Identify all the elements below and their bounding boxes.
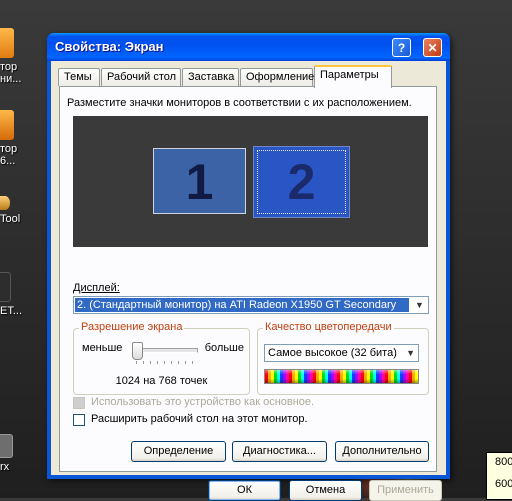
- color-quality-group-title: Качество цветопередачи: [263, 321, 394, 333]
- desktop-icon-label: ET...: [0, 305, 23, 317]
- app-icon: [0, 110, 14, 140]
- resolution-group-title: Разрешение экрана: [79, 321, 185, 333]
- desktop-icon-4[interactable]: ET...: [0, 272, 50, 317]
- desktop-icon-label: rx: [0, 461, 10, 473]
- tab-themes[interactable]: Темы: [58, 68, 100, 86]
- close-button[interactable]: ✕: [423, 38, 442, 57]
- tab-appearance[interactable]: Оформление: [240, 68, 314, 86]
- desktop-icon-1[interactable]: тор ни...: [0, 28, 50, 85]
- color-quality-group: Качество цветопередачи Самое высокое (32…: [257, 321, 429, 395]
- desktop-icon-label: тор 6...: [0, 143, 18, 167]
- chevron-down-icon[interactable]: ▼: [412, 298, 427, 312]
- desktop-icon-label: Tool: [0, 213, 21, 225]
- app-icon: [0, 272, 11, 302]
- desktop-icon-2[interactable]: тор 6...: [0, 110, 50, 167]
- slider-max-label: больше: [204, 342, 244, 354]
- color-quality-value: Самое высокое (32 бита): [268, 347, 397, 359]
- color-palette-preview: [264, 369, 419, 384]
- tab-desktop[interactable]: Рабочий стол: [101, 68, 181, 86]
- display-properties-window: Свойства: Экран ? ✕ Темы Рабочий стол За…: [47, 33, 450, 501]
- primary-device-label: Использовать это устройство как основное…: [91, 396, 315, 408]
- advanced-button[interactable]: Дополнительно: [335, 441, 429, 462]
- extend-desktop-label: Расширить рабочий стол на этот монитор.: [91, 413, 308, 425]
- identify-button[interactable]: Определение: [131, 441, 226, 462]
- extend-desktop-checkbox[interactable]: [73, 414, 85, 426]
- monitor-arrangement-area: 1 2: [73, 116, 428, 247]
- dialog-client: Темы Рабочий стол Заставка Оформление Па…: [51, 61, 446, 501]
- tooltip-line: 800: [495, 456, 512, 468]
- tab-screensaver[interactable]: Заставка: [182, 68, 239, 86]
- color-quality-dropdown[interactable]: Самое высокое (32 бита) ▼: [264, 344, 419, 362]
- display-label: Дисплей:: [73, 282, 120, 294]
- help-button[interactable]: ?: [392, 38, 411, 57]
- selection-focus: [257, 150, 346, 214]
- primary-device-checkbox[interactable]: [73, 397, 85, 409]
- chevron-down-icon[interactable]: ▼: [406, 348, 415, 358]
- resolution-tooltip: 800 600: [486, 452, 512, 500]
- app-icon: [0, 196, 10, 210]
- monitor-2-icon[interactable]: 2: [253, 146, 350, 218]
- app-icon: [0, 28, 14, 58]
- desktop-icon-3[interactable]: Tool: [0, 196, 50, 225]
- resolution-value: 1024 на 768 точек: [115, 375, 208, 387]
- desktop-icon-label: тор ни...: [0, 61, 22, 85]
- slider-ticks: [136, 361, 196, 364]
- app-icon: [0, 434, 13, 458]
- slider-min-label: меньше: [82, 342, 123, 354]
- title-bar[interactable]: Свойства: Экран ? ✕: [47, 33, 450, 61]
- display-dropdown[interactable]: 2. (Стандартный монитор) на ATI Radeon X…: [73, 296, 429, 314]
- troubleshoot-button[interactable]: Диагностика...: [232, 441, 327, 462]
- monitor-1-icon[interactable]: 1: [153, 148, 246, 214]
- tooltip-line: 600: [495, 478, 512, 490]
- tab-settings[interactable]: Параметры: [314, 65, 392, 88]
- resolution-group: Разрешение экрана меньше больше 1024 на …: [73, 321, 250, 395]
- instruction-text: Разместите значки мониторов в соответств…: [67, 97, 412, 109]
- resolution-slider-thumb[interactable]: [132, 342, 143, 360]
- window-title: Свойства: Экран: [55, 39, 164, 54]
- monitor-number: 1: [185, 154, 214, 210]
- desktop-icon-5[interactable]: rx: [0, 434, 50, 473]
- display-dropdown-value: 2. (Стандартный монитор) на ATI Radeon X…: [75, 298, 409, 312]
